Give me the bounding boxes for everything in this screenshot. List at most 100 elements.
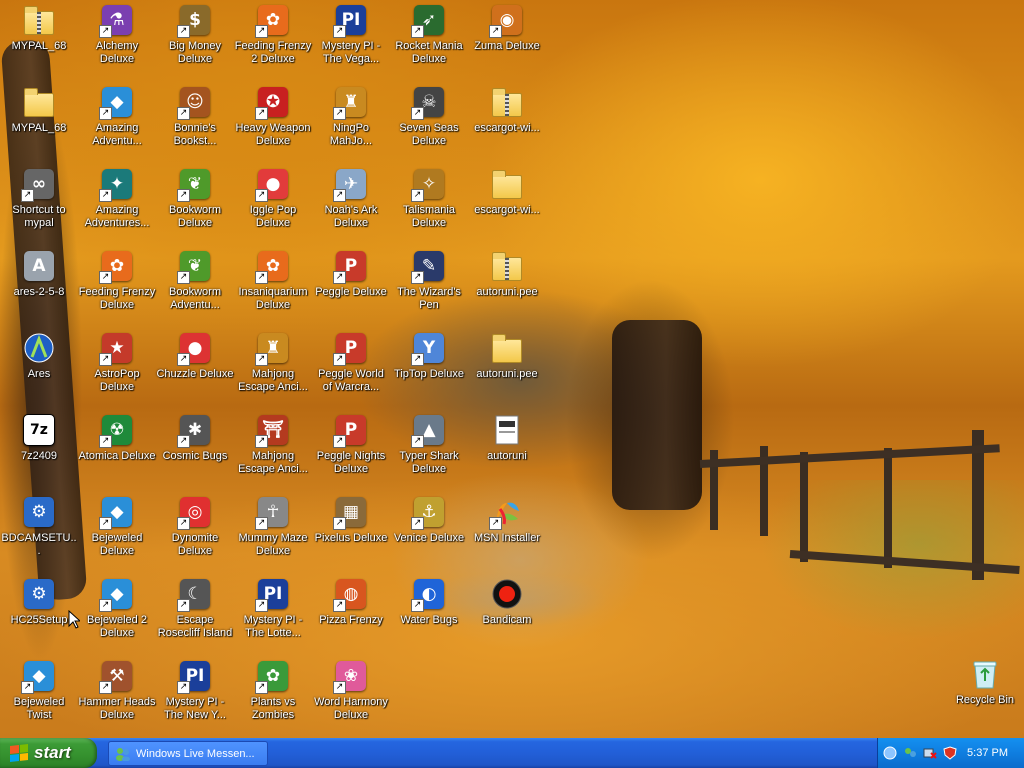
installer-icon: A (23, 250, 55, 282)
desktop-icon[interactable]: ∞ ↗ Shortcut to mypal (0, 166, 78, 248)
desktop-icon[interactable]: ✿ ↗ Feeding Frenzy 2 Deluxe (234, 2, 312, 84)
desktop-icon-label: Amazing Adventu... (92, 122, 142, 147)
mahjong-icon: ♜ ↗ (255, 332, 289, 366)
desktop-icon[interactable]: autoruni.pee (468, 330, 546, 412)
shortcut-arrow-icon: ↗ (333, 271, 346, 284)
setup-icon: ⚙ (23, 578, 55, 610)
desktop-icon[interactable]: ⚗ ↗ Alchemy Deluxe (78, 2, 156, 84)
shortcut-arrow-icon: ↗ (255, 353, 268, 366)
desktop-icon[interactable]: ◍ ↗ Pizza Frenzy (312, 576, 390, 658)
desktop-icon[interactable]: ♜ ↗ NingPo MahJo... (312, 84, 390, 166)
desktop-icon[interactable]: ◐ ↗ Water Bugs (390, 576, 468, 658)
desktop-icon[interactable]: ▦ ↗ Pixelus Deluxe (312, 494, 390, 576)
desktop-icon[interactable]: ☠ ↗ Seven Seas Deluxe (390, 84, 468, 166)
desktop-icon[interactable]: ☢ ↗ Atomica Deluxe (78, 412, 156, 494)
desktop-icon[interactable]: MYPAL_68 (0, 84, 78, 166)
desktop-icon-label: Peggle Nights Deluxe (316, 450, 386, 475)
desktop-icon[interactable]: ★ ↗ AstroPop Deluxe (78, 330, 156, 412)
desktop-icon[interactable]: ✎ ↗ The Wizard's Pen (390, 248, 468, 330)
mystery-pi-icon: PI ↗ (177, 660, 211, 694)
desktop-icon[interactable]: ⛩ ↗ Mahjong Escape Anci... (234, 412, 312, 494)
shortcut-arrow-icon: ↗ (411, 353, 424, 366)
desktop-icon-label: Bandicam (482, 614, 532, 626)
desktop-icon[interactable]: ❀ ↗ Word Harmony Deluxe (312, 658, 390, 738)
desktop-icon[interactable]: ⚙ HC25Setup (0, 576, 78, 658)
desktop-icon[interactable]: ◎ ↗ Dynomite Deluxe (156, 494, 234, 576)
desktop-icon[interactable]: ● ↗ Iggle Pop Deluxe (234, 166, 312, 248)
desktop-icon[interactable]: P ↗ Peggle World of Warcra... (312, 330, 390, 412)
shortcut-arrow-icon: ↗ (177, 107, 190, 120)
desktop-icon[interactable]: ✿ ↗ Feeding Frenzy Deluxe (78, 248, 156, 330)
desktop-icon[interactable]: escargot-wi... (468, 166, 546, 248)
desktop-icon-label: Plants vs Zombies (250, 696, 296, 721)
desktop-icon[interactable]: ⚒ ↗ Hammer Heads Deluxe (78, 658, 156, 738)
desktop-icon[interactable]: PI ↗ Mystery PI - The New Y... (156, 658, 234, 738)
desktop-icon[interactable]: ✈ ↗ Noah's Ark Deluxe (312, 166, 390, 248)
desktop-icon[interactable]: Ares (0, 330, 78, 412)
fence-rail (699, 444, 1000, 468)
taskbar: start Windows Live Messen... 5:37 PM (0, 738, 1024, 768)
shortcut-arrow-icon: ↗ (99, 271, 112, 284)
desktop-icon[interactable]: ➶ ↗ Rocket Mania Deluxe (390, 2, 468, 84)
desktop-icon[interactable]: 7z 7z2409 (0, 412, 78, 494)
desktop-icon[interactable]: Y ↗ TipTop Deluxe (390, 330, 468, 412)
desktop-icon[interactable]: ✿ ↗ Insaniquarium Deluxe (234, 248, 312, 330)
shortcut-arrow-icon: ↗ (21, 189, 34, 202)
shortcut-arrow-icon: ↗ (21, 681, 34, 694)
desktop-icon[interactable]: Bandicam (468, 576, 546, 658)
desktop-icon[interactable]: ⚓ ↗ Venice Deluxe (390, 494, 468, 576)
desktop-icon-label: 7z2409 (20, 450, 58, 462)
shortcut-arrow-icon: ↗ (99, 189, 112, 202)
desktop-icon[interactable]: ♜ ↗ Mahjong Escape Anci... (234, 330, 312, 412)
desktop-icon[interactable]: ⚙ BDCAMSETU... (0, 494, 78, 576)
desktop-icon[interactable]: $ ↗ Big Money Deluxe (156, 2, 234, 84)
desktop-icon[interactable]: ☥ ↗ Mummy Maze Deluxe (234, 494, 312, 576)
fish-icon: ✿ ↗ (255, 250, 289, 284)
desktop-icon[interactable]: MYPAL_68 (0, 2, 78, 84)
connection-error-icon[interactable] (922, 745, 938, 761)
shortcut-arrow-icon: ↗ (255, 517, 268, 530)
shortcut-arrow-icon: ↗ (177, 681, 190, 694)
gate-icon: ⛩ ↗ (255, 414, 289, 448)
desktop-icon[interactable]: PI ↗ Mystery PI - The Lotte... (234, 576, 312, 658)
desktop-icon-label: ares-2-5-8 (13, 286, 65, 298)
clock[interactable]: 5:37 PM (967, 747, 1008, 759)
desktop-icon[interactable]: autoruni.pee (468, 248, 546, 330)
desktop-icon[interactable]: P ↗ Peggle Nights Deluxe (312, 412, 390, 494)
desktop-icon-label: Amazing Adventures... (84, 204, 150, 229)
network-icon[interactable] (882, 745, 898, 761)
desktop-icon[interactable]: P ↗ Peggle Deluxe (312, 248, 390, 330)
desktop-icon[interactable]: ↗ MSN Installer (468, 494, 546, 576)
msn-icon: ↗ (489, 496, 523, 530)
desktop-icon[interactable]: ✦ ↗ Amazing Adventures... (78, 166, 156, 248)
desktop-icon[interactable]: ◆ ↗ Bejeweled 2 Deluxe (78, 576, 156, 658)
desktop-icon[interactable]: ☺ ↗ Bonnie's Bookst... (156, 84, 234, 166)
desktop-icon[interactable]: ◉ ↗ Zuma Deluxe (468, 2, 546, 84)
water-icon: ◐ ↗ (411, 578, 445, 612)
desktop-icon[interactable]: autoruni (468, 412, 546, 494)
desktop-icon-label: Peggle Deluxe (315, 286, 387, 298)
desktop-icon[interactable]: ☾ ↗ Escape Rosecliff Island (156, 576, 234, 658)
desktop-icon[interactable]: ✪ ↗ Heavy Weapon Deluxe (234, 84, 312, 166)
shortcut-arrow-icon: ↗ (333, 353, 346, 366)
desktop-icon[interactable]: PI ↗ Mystery PI - The Vega... (312, 2, 390, 84)
desktop-icon[interactable]: ▲ ↗ Typer Shark Deluxe (390, 412, 468, 494)
desktop-icon[interactable]: ◆ ↗ Amazing Adventu... (78, 84, 156, 166)
security-shield-icon[interactable] (942, 745, 958, 761)
start-button[interactable]: start (0, 738, 97, 768)
desktop-icon[interactable]: ✧ ↗ Talismania Deluxe (390, 166, 468, 248)
desktop-icon[interactable]: ✱ ↗ Cosmic Bugs (156, 412, 234, 494)
taskbar-button-windows-live-messenger[interactable]: Windows Live Messen... (108, 741, 268, 766)
desktop-icon[interactable]: Aares-2-5-8 (0, 248, 78, 330)
shortcut-arrow-icon: ↗ (333, 681, 346, 694)
shortcut-arrow-icon: ↗ (411, 517, 424, 530)
desktop-icon[interactable]: ✿ ↗ Plants vs Zombies (234, 658, 312, 738)
desktop-icon[interactable]: ◆ ↗ Bejeweled Twist (0, 658, 78, 738)
desktop-icon[interactable]: escargot-wi... (468, 84, 546, 166)
desktop-icon[interactable]: ● ↗ Chuzzle Deluxe (156, 330, 234, 412)
desktop-icon[interactable]: ❦ ↗ Bookworm Adventu... (156, 248, 234, 330)
desktop-icon[interactable]: ◆ ↗ Bejeweled Deluxe (78, 494, 156, 576)
recycle-bin[interactable]: Recycle Bin (946, 656, 1024, 738)
messenger-tray-icon[interactable] (902, 745, 918, 761)
desktop-icon[interactable]: ❦ ↗ Bookworm Deluxe (156, 166, 234, 248)
